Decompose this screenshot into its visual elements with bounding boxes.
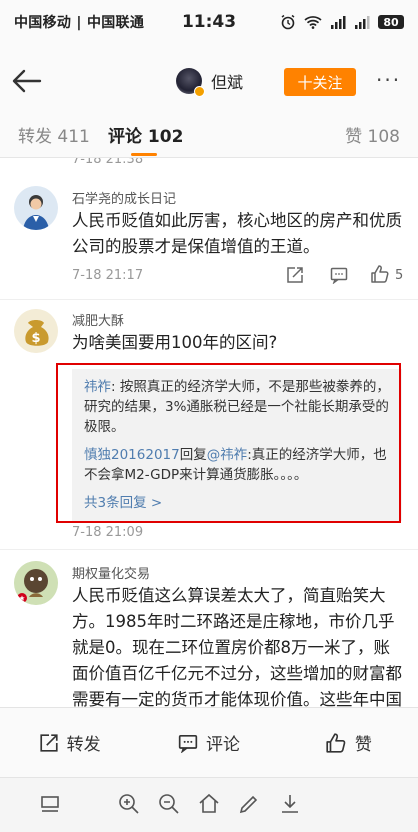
status-bar: 中国移动 | 中国联通 11:43 80 [0,0,418,44]
reply-user-link[interactable]: 慎独20162017 [84,447,180,463]
more-options-icon[interactable]: ··· [376,70,401,90]
zoom-out-icon[interactable] [157,792,181,816]
signal-icon-1 [331,16,346,29]
divider [0,299,418,300]
comment-author[interactable]: 期权量化交易 [72,563,150,582]
reply-word: 回复 [179,447,207,463]
verified-badge-icon [194,86,205,97]
like-button[interactable]: 赞 [279,708,418,777]
repost-label: 转发 [66,735,101,755]
avatar-character-icon [14,561,58,605]
screen: 中国移动 | 中国联通 11:43 80 但斌 十关注 ··· 转发 411 评… [0,0,418,832]
view-all-replies-link[interactable]: 共3条回复 > [84,493,392,513]
reply-thread[interactable]: 祎祚: 按照真正的经济学大师，不是那些被豢养的，研究的结果，3%通胀税已经是一个… [72,369,402,521]
tab-reposts-label: 转发 [18,127,52,147]
active-tab-indicator [131,153,157,156]
comment-author[interactable]: 石学尧的成长日记 [72,188,176,207]
avatar[interactable] [14,186,58,230]
mention-link[interactable]: @祎祚 [207,447,248,463]
post-action-bar: 转发 评论 赞 [0,707,418,777]
comment-icon [178,734,198,753]
repost-icon [40,733,58,752]
post-author[interactable]: 但斌 [176,68,243,97]
reply-icon[interactable] [330,266,348,284]
tab-reposts[interactable]: 转发 411 [18,122,90,147]
reply-item: 慎独20162017回复@祎祚:真正的经济学大师，也不会拿M2-GDP来计算通货… [84,445,392,485]
like-icon[interactable] [370,264,390,284]
comment-time: 7-18 21:17 [72,268,144,283]
home-icon[interactable] [197,792,221,816]
comment-text: 为啥美国要用100年的区间? [72,333,278,352]
tabs-icon[interactable] [38,792,62,816]
like-icon [326,732,346,753]
comment-list[interactable]: 7-18 21:38 石学尧的成长日记 人民币贬值如此厉害，核心地区的房产和优质… [0,158,418,707]
follow-button[interactable]: 十关注 [284,68,356,96]
like-count: 5 [395,268,404,283]
wifi-icon [304,16,322,29]
comment-text: 人民币贬值这么算误差太大了，简直贻笑大方。1985年时二环路还是庄稼地，市价几乎… [72,586,402,707]
comment-button[interactable]: 评论 [139,708,278,777]
like-label: 赞 [354,735,372,755]
edit-icon[interactable] [237,792,261,816]
reply-item: 祎祚: 按照真正的经济学大师，不是那些被豢养的，研究的结果，3%通胀税已经是一个… [84,377,392,437]
tab-likes-count: 108 [367,127,400,147]
viewer-toolbar [0,777,418,832]
reply-text: : 按照真正的经济学大师，不是那些被豢养的，研究的结果，3%通胀税已经是一个社能… [84,379,390,435]
alarm-icon [281,14,295,30]
tab-bar: 转发 411 评论 102 赞 108 [0,118,418,158]
top-nav: 但斌 十关注 ··· [0,44,418,118]
comment-author[interactable]: 减肥大酥 [72,310,124,329]
signal-icon-2 [355,16,370,29]
back-arrow-icon[interactable] [10,64,44,98]
tab-comments-label: 评论 [108,127,142,147]
tab-comments[interactable]: 评论 102 [108,122,183,147]
battery-indicator: 80 [378,15,404,29]
comment-label: 评论 [205,735,240,755]
reply-user-link[interactable]: 祎祚 [84,379,111,395]
comment-text: 人民币贬值如此厉害，核心地区的房产和优质公司的股票才是保值增值的王道。 [72,211,402,256]
repost-button[interactable]: 转发 [0,708,139,777]
previous-comment-timestamp: 7-18 21:38 [72,158,144,167]
download-icon[interactable] [278,792,302,816]
svg-text:$: $ [31,331,40,346]
avatar-person-icon [14,186,58,230]
tab-likes-label: 赞 [345,127,363,147]
author-avatar[interactable] [176,68,205,97]
money-bag-icon: $ [14,309,58,353]
status-icons: 80 [280,14,404,30]
author-name[interactable]: 但斌 [211,69,243,93]
comment-time: 7-18 21:09 [72,525,144,540]
avatar[interactable] [14,561,58,605]
avatar[interactable]: $ [14,309,58,353]
carrier-label: 中国移动 | 中国联通 [14,15,145,31]
zoom-in-icon[interactable] [117,792,141,816]
tab-comments-count: 102 [147,127,184,147]
divider [0,549,418,550]
tab-likes[interactable]: 赞 108 [345,122,400,147]
repost-icon[interactable] [286,266,304,284]
tab-reposts-count: 411 [57,127,90,147]
